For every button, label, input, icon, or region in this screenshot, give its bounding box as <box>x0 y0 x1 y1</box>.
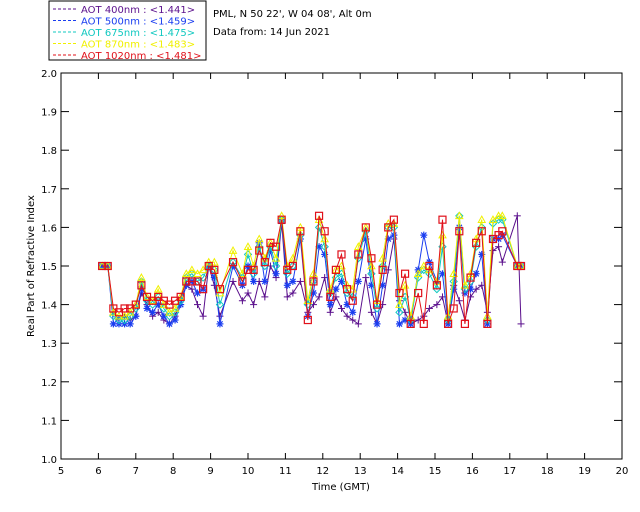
x-tick-label: 5 <box>58 466 64 477</box>
data-point <box>420 231 428 239</box>
data-point <box>425 304 433 312</box>
x-tick-label: 11 <box>279 466 292 477</box>
data-point <box>289 289 297 297</box>
x-tick-label: 9 <box>207 466 213 477</box>
x-tick-label: 20 <box>616 466 629 477</box>
data-point <box>194 301 202 309</box>
data-point <box>229 277 237 285</box>
data-point <box>433 301 441 309</box>
data-point <box>171 316 179 324</box>
data-point <box>326 301 334 309</box>
data-point <box>261 277 269 285</box>
data-point <box>149 308 157 316</box>
data-point <box>517 320 525 328</box>
data-point <box>349 316 357 324</box>
x-tick-label: 6 <box>95 466 101 477</box>
data-point <box>354 277 362 285</box>
data-point <box>238 297 246 305</box>
data-point <box>455 297 463 305</box>
data-point <box>216 320 224 328</box>
series-layer <box>97 211 526 328</box>
site-label: PML, N 50 22', W 04 08', Alt 0m <box>213 9 372 20</box>
data-point <box>373 320 381 328</box>
data-point <box>296 277 304 285</box>
data-point <box>199 312 207 320</box>
x-tick-label: 15 <box>429 466 442 477</box>
y-tick-label: 1.1 <box>41 416 57 427</box>
y-tick-label: 1.9 <box>41 108 57 119</box>
data-point <box>343 312 351 320</box>
refractive-index-chart: AOT 400nm : <1.441>AOT 500nm : <1.459>AO… <box>26 0 629 493</box>
legend-label: AOT 400nm : <1.441> <box>81 5 195 16</box>
data-point <box>513 212 521 220</box>
y-axis-title: Real Part of Refractive Index <box>26 195 37 337</box>
y-tick-label: 1.6 <box>41 223 57 234</box>
y-tick-label: 1.8 <box>41 146 57 157</box>
data-point <box>244 289 252 297</box>
data-point <box>315 293 323 301</box>
x-tick-label: 10 <box>242 466 255 477</box>
data-point <box>367 308 375 316</box>
data-point <box>250 277 258 285</box>
x-tick-label: 19 <box>578 466 591 477</box>
y-tick-label: 1.2 <box>41 378 57 389</box>
x-tick-label: 17 <box>503 466 516 477</box>
y-tick-label: 1.4 <box>41 301 57 312</box>
data-point <box>326 308 334 316</box>
data-point <box>349 308 357 316</box>
x-tick-label: 7 <box>133 466 139 477</box>
data-point <box>498 258 506 266</box>
data-point <box>495 243 503 251</box>
data-point <box>489 247 497 255</box>
x-tick-label: 12 <box>316 466 329 477</box>
x-axis-title: Time (GMT) <box>311 482 370 493</box>
y-tick-label: 1.5 <box>41 262 57 273</box>
legend-label: AOT 500nm : <1.459> <box>81 17 195 28</box>
data-point <box>362 274 370 282</box>
data-point <box>395 320 403 328</box>
y-tick-label: 1.7 <box>41 185 57 196</box>
data-point <box>283 281 291 289</box>
y-tick-label: 1.0 <box>41 455 57 466</box>
x-tick-label: 13 <box>354 466 367 477</box>
data-point <box>126 320 134 328</box>
data-point <box>338 304 345 312</box>
x-tick-label: 16 <box>466 466 479 477</box>
data-point <box>261 293 269 301</box>
legend-label: AOT 675nm : <1.475> <box>81 28 195 39</box>
x-tick-label: 18 <box>541 466 554 477</box>
data-point <box>289 277 297 285</box>
data-point <box>165 320 173 328</box>
x-tick-label: 14 <box>391 466 404 477</box>
data-point <box>250 301 258 309</box>
legend-label: AOT 1020nm : <1.481> <box>81 51 201 62</box>
date-label: Data from: 14 Jun 2021 <box>213 27 330 38</box>
data-point <box>283 293 291 301</box>
data-point <box>143 304 151 312</box>
legend-label: AOT 870nm : <1.483> <box>81 40 195 51</box>
data-point <box>272 270 280 278</box>
data-point <box>354 320 362 328</box>
y-tick-label: 1.3 <box>41 339 57 350</box>
y-tick-label: 2.0 <box>41 69 57 80</box>
data-point <box>420 312 428 320</box>
x-tick-label: 8 <box>170 466 176 477</box>
